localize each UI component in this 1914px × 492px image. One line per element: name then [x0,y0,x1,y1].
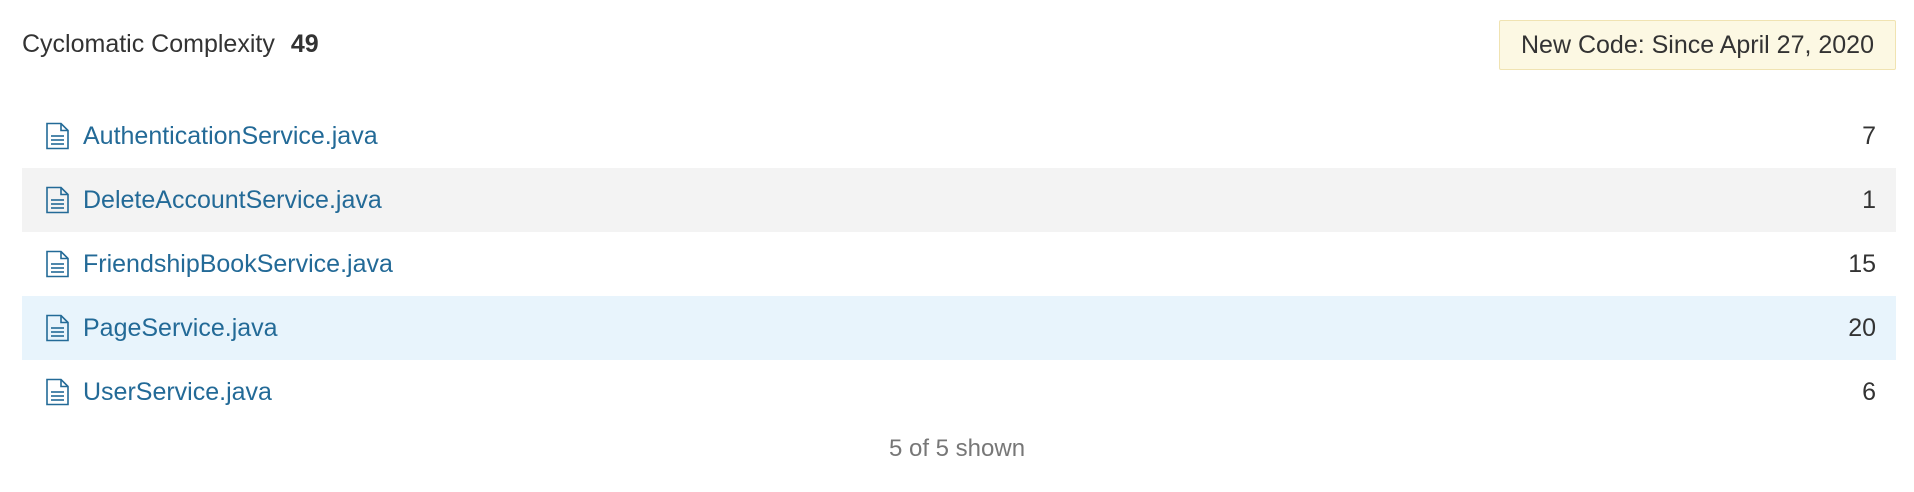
file-row[interactable]: UserService.java 6 [22,360,1896,424]
file-row-selected[interactable]: PageService.java 20 [22,296,1896,360]
file-row[interactable]: AuthenticationService.java 7 [22,104,1896,168]
file-link[interactable]: AuthenticationService.java [83,122,378,151]
metric-total-value: 49 [290,29,319,58]
file-text-icon [45,122,70,150]
file-link[interactable]: UserService.java [83,378,272,407]
metric-name: Cyclomatic Complexity [22,29,275,58]
file-link[interactable]: FriendshipBookService.java [83,250,393,279]
file-text-icon [45,314,70,342]
file-text-icon [45,250,70,278]
measure-header: Cyclomatic Complexity 49 [22,0,319,88]
file-text-icon [45,186,70,214]
file-row[interactable]: FriendshipBookService.java 15 [22,232,1896,296]
file-metric-value: 6 [1862,377,1876,406]
file-metric-value: 15 [1848,249,1876,278]
file-cell: FriendshipBookService.java [45,250,393,279]
file-cell: UserService.java [45,378,272,407]
file-link[interactable]: DeleteAccountService.java [83,186,382,215]
file-metric-value: 20 [1848,313,1876,342]
file-metric-value: 7 [1862,121,1876,150]
measure-drilldown-panel: Cyclomatic Complexity 49 New Code: Since… [0,0,1914,492]
list-footer-count: 5 of 5 shown [888,435,1026,462]
file-link[interactable]: PageService.java [83,314,278,343]
file-cell: AuthenticationService.java [45,122,378,151]
new-code-period-badge: New Code: Since April 27, 2020 [1499,20,1896,70]
file-cell: DeleteAccountService.java [45,186,382,215]
file-metric-value: 1 [1862,185,1876,214]
file-text-icon [45,378,70,406]
file-list: AuthenticationService.java 7 DeleteAccou… [22,104,1896,424]
file-cell: PageService.java [45,314,278,343]
file-row[interactable]: DeleteAccountService.java 1 [22,168,1896,232]
